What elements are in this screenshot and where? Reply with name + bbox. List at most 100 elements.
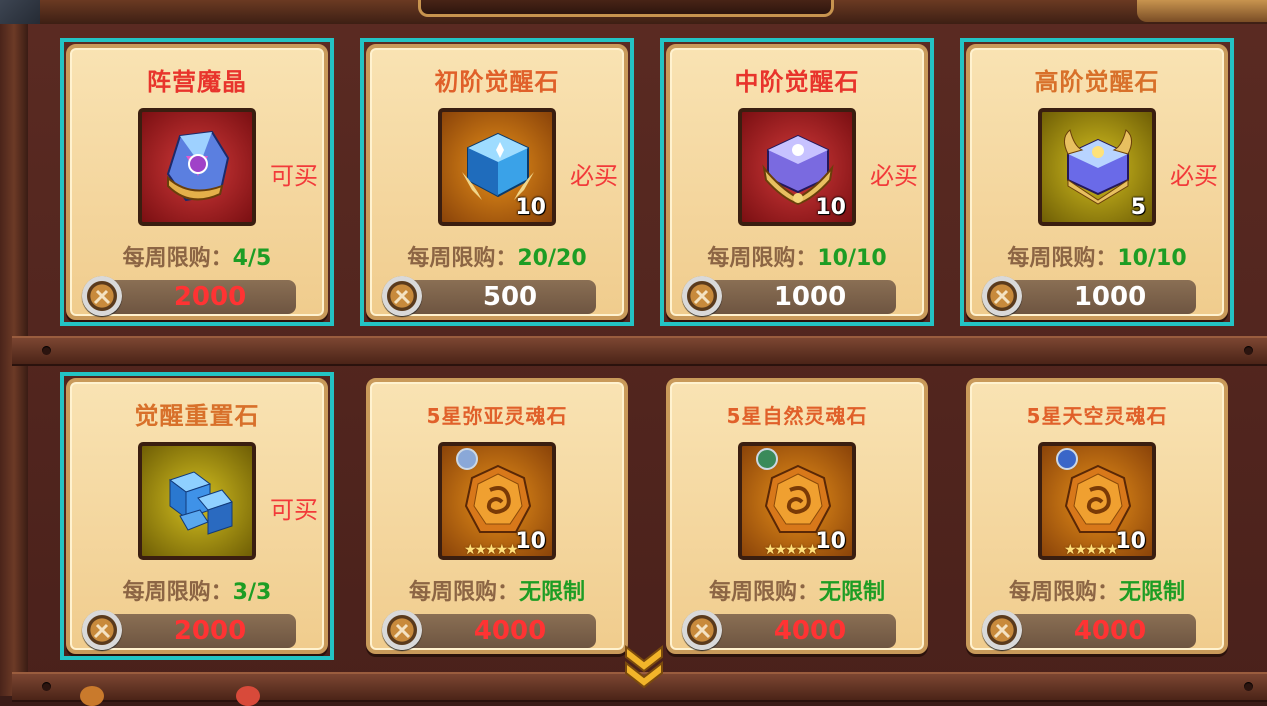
buy-recommend-tag: 必买 xyxy=(1170,162,1218,190)
weekly-limit: 每周限购：3/3 xyxy=(70,574,324,606)
star-rating: ★★★★★ xyxy=(464,542,519,558)
element-badge-icon xyxy=(456,448,478,470)
weekly-limit-label: 每周限购： xyxy=(408,580,519,605)
item-title: 觉醒重置石 xyxy=(134,402,260,430)
buy-recommend-tag: 必买 xyxy=(570,162,618,190)
item-quantity: 10 xyxy=(815,195,846,220)
shelf-plank-upper xyxy=(12,336,1267,366)
cube-gold-icon xyxy=(1060,128,1136,206)
price-value: 1000 xyxy=(773,282,847,312)
weekly-limit: 每周限购：无限制 xyxy=(970,574,1224,606)
item-icon-frame[interactable]: ★★★★★ 10 xyxy=(1038,442,1156,560)
silver-coin-icon xyxy=(982,610,1022,650)
weekly-limit-value: 10/10 xyxy=(817,246,887,271)
buy-recommend-tag: 可买 xyxy=(270,496,318,524)
weekly-limit-label: 每周限购： xyxy=(1008,580,1119,605)
buy-price-button[interactable]: 1000 xyxy=(682,276,896,316)
price-value: 4000 xyxy=(1073,616,1147,646)
shop-item-card[interactable]: 高阶觉醒石 5 必买每周限购：10/10 1000 xyxy=(960,38,1234,326)
item-title: 5星弥亚灵魂石 xyxy=(426,404,568,428)
shop-item-card[interactable]: 阵营魔晶可买每周限购：4/5 2000 xyxy=(60,38,334,326)
weekly-limit-value: 无限制 xyxy=(519,580,586,605)
weekly-limit-value: 无限制 xyxy=(819,580,886,605)
shop-item-card[interactable]: 5星天空灵魂石 ★★★★★ 10 每周限购：无限制 4000 xyxy=(966,378,1228,654)
shop-item-card[interactable]: 中阶觉醒石 10 必买每周限购：10/10 1000 xyxy=(660,38,934,326)
weekly-limit-label: 每周限购： xyxy=(407,246,518,271)
item-title: 初阶觉醒石 xyxy=(434,68,560,96)
price-value: 4000 xyxy=(773,616,847,646)
nail xyxy=(42,346,51,355)
nail xyxy=(1244,682,1253,691)
buy-price-button[interactable]: 4000 xyxy=(982,610,1196,650)
item-quantity: 10 xyxy=(515,195,546,220)
silver-coin-icon xyxy=(382,276,422,316)
price-value: 2000 xyxy=(173,616,247,646)
item-title: 高阶觉醒石 xyxy=(1034,68,1160,96)
blocks-blue-icon xyxy=(160,462,236,540)
item-quantity: 10 xyxy=(515,529,546,554)
item-icon-frame[interactable]: ★★★★★ 10 xyxy=(438,442,556,560)
weekly-limit-value: 20/20 xyxy=(517,246,587,271)
shop-item-card[interactable]: 觉醒重置石可买每周限购：3/3 2000 xyxy=(60,372,334,660)
silver-coin-icon xyxy=(682,276,722,316)
weekly-limit: 每周限购：无限制 xyxy=(670,574,924,606)
weekly-limit-label: 每周限购： xyxy=(122,246,233,271)
weekly-limit-value: 3/3 xyxy=(232,580,272,605)
star-rating: ★★★★★ xyxy=(1064,542,1119,558)
crystal-icon xyxy=(160,128,236,206)
element-badge-icon xyxy=(756,448,778,470)
weekly-limit-label: 每周限购： xyxy=(708,580,819,605)
weekly-limit-label: 每周限购： xyxy=(707,246,818,271)
buy-price-button[interactable]: 4000 xyxy=(382,610,596,650)
shop-item-card[interactable]: 5星自然灵魂石 ★★★★★ 10 每周限购：无限制 4000 xyxy=(666,378,928,654)
top-bar xyxy=(0,0,1267,40)
price-value: 1000 xyxy=(1073,282,1147,312)
bottom-currency-icon xyxy=(80,686,104,706)
item-quantity: 10 xyxy=(815,529,846,554)
weekly-limit-value: 4/5 xyxy=(232,246,272,271)
item-icon-frame[interactable]: 5 xyxy=(1038,108,1156,226)
item-title: 阵营魔晶 xyxy=(147,68,247,96)
item-quantity: 5 xyxy=(1130,195,1146,220)
weekly-limit-label: 每周限购： xyxy=(1007,246,1118,271)
silver-coin-icon xyxy=(982,276,1022,316)
item-title: 5星天空灵魂石 xyxy=(1026,404,1168,428)
price-value: 4000 xyxy=(473,616,547,646)
weekly-limit-label: 每周限购： xyxy=(122,580,233,605)
price-value: 500 xyxy=(482,282,538,312)
star-rating: ★★★★★ xyxy=(764,542,819,558)
double-chevron-down-icon[interactable] xyxy=(622,641,666,689)
weekly-limit-value: 10/10 xyxy=(1117,246,1187,271)
shop-item-card[interactable]: 5星弥亚灵魂石 ★★★★★ 10 每周限购：无限制 4000 xyxy=(366,378,628,654)
top-right-ornament xyxy=(1137,0,1267,22)
silver-coin-icon xyxy=(82,276,122,316)
weekly-limit-value: 无限制 xyxy=(1119,580,1186,605)
buy-price-button[interactable]: 4000 xyxy=(682,610,896,650)
item-icon-frame[interactable] xyxy=(138,442,256,560)
price-value: 2000 xyxy=(173,282,247,312)
weekly-limit: 每周限购：10/10 xyxy=(970,240,1224,272)
item-title: 中阶觉醒石 xyxy=(734,68,860,96)
element-badge-icon xyxy=(1056,448,1078,470)
silver-coin-icon xyxy=(382,610,422,650)
shop-item-card[interactable]: 初阶觉醒石 10 必买每周限购：20/20 500 xyxy=(360,38,634,326)
buy-price-button[interactable]: 2000 xyxy=(82,276,296,316)
item-icon-frame[interactable]: 10 xyxy=(738,108,856,226)
buy-price-button[interactable]: 500 xyxy=(382,276,596,316)
weekly-limit: 每周限购：20/20 xyxy=(370,240,624,272)
nail xyxy=(1244,346,1253,355)
weekly-limit: 每周限购：4/5 xyxy=(70,240,324,272)
buy-recommend-tag: 必买 xyxy=(870,162,918,190)
nail xyxy=(42,682,51,691)
buy-price-button[interactable]: 2000 xyxy=(82,610,296,650)
item-icon-frame[interactable] xyxy=(138,108,256,226)
weekly-limit: 每周限购：10/10 xyxy=(670,240,924,272)
buy-recommend-tag: 可买 xyxy=(270,162,318,190)
item-icon-frame[interactable]: 10 xyxy=(438,108,556,226)
silver-coin-icon xyxy=(82,610,122,650)
buy-price-button[interactable]: 1000 xyxy=(982,276,1196,316)
item-icon-frame[interactable]: ★★★★★ 10 xyxy=(738,442,856,560)
item-title: 5星自然灵魂石 xyxy=(726,404,868,428)
item-quantity: 10 xyxy=(1115,529,1146,554)
top-timer-tab xyxy=(418,0,834,17)
